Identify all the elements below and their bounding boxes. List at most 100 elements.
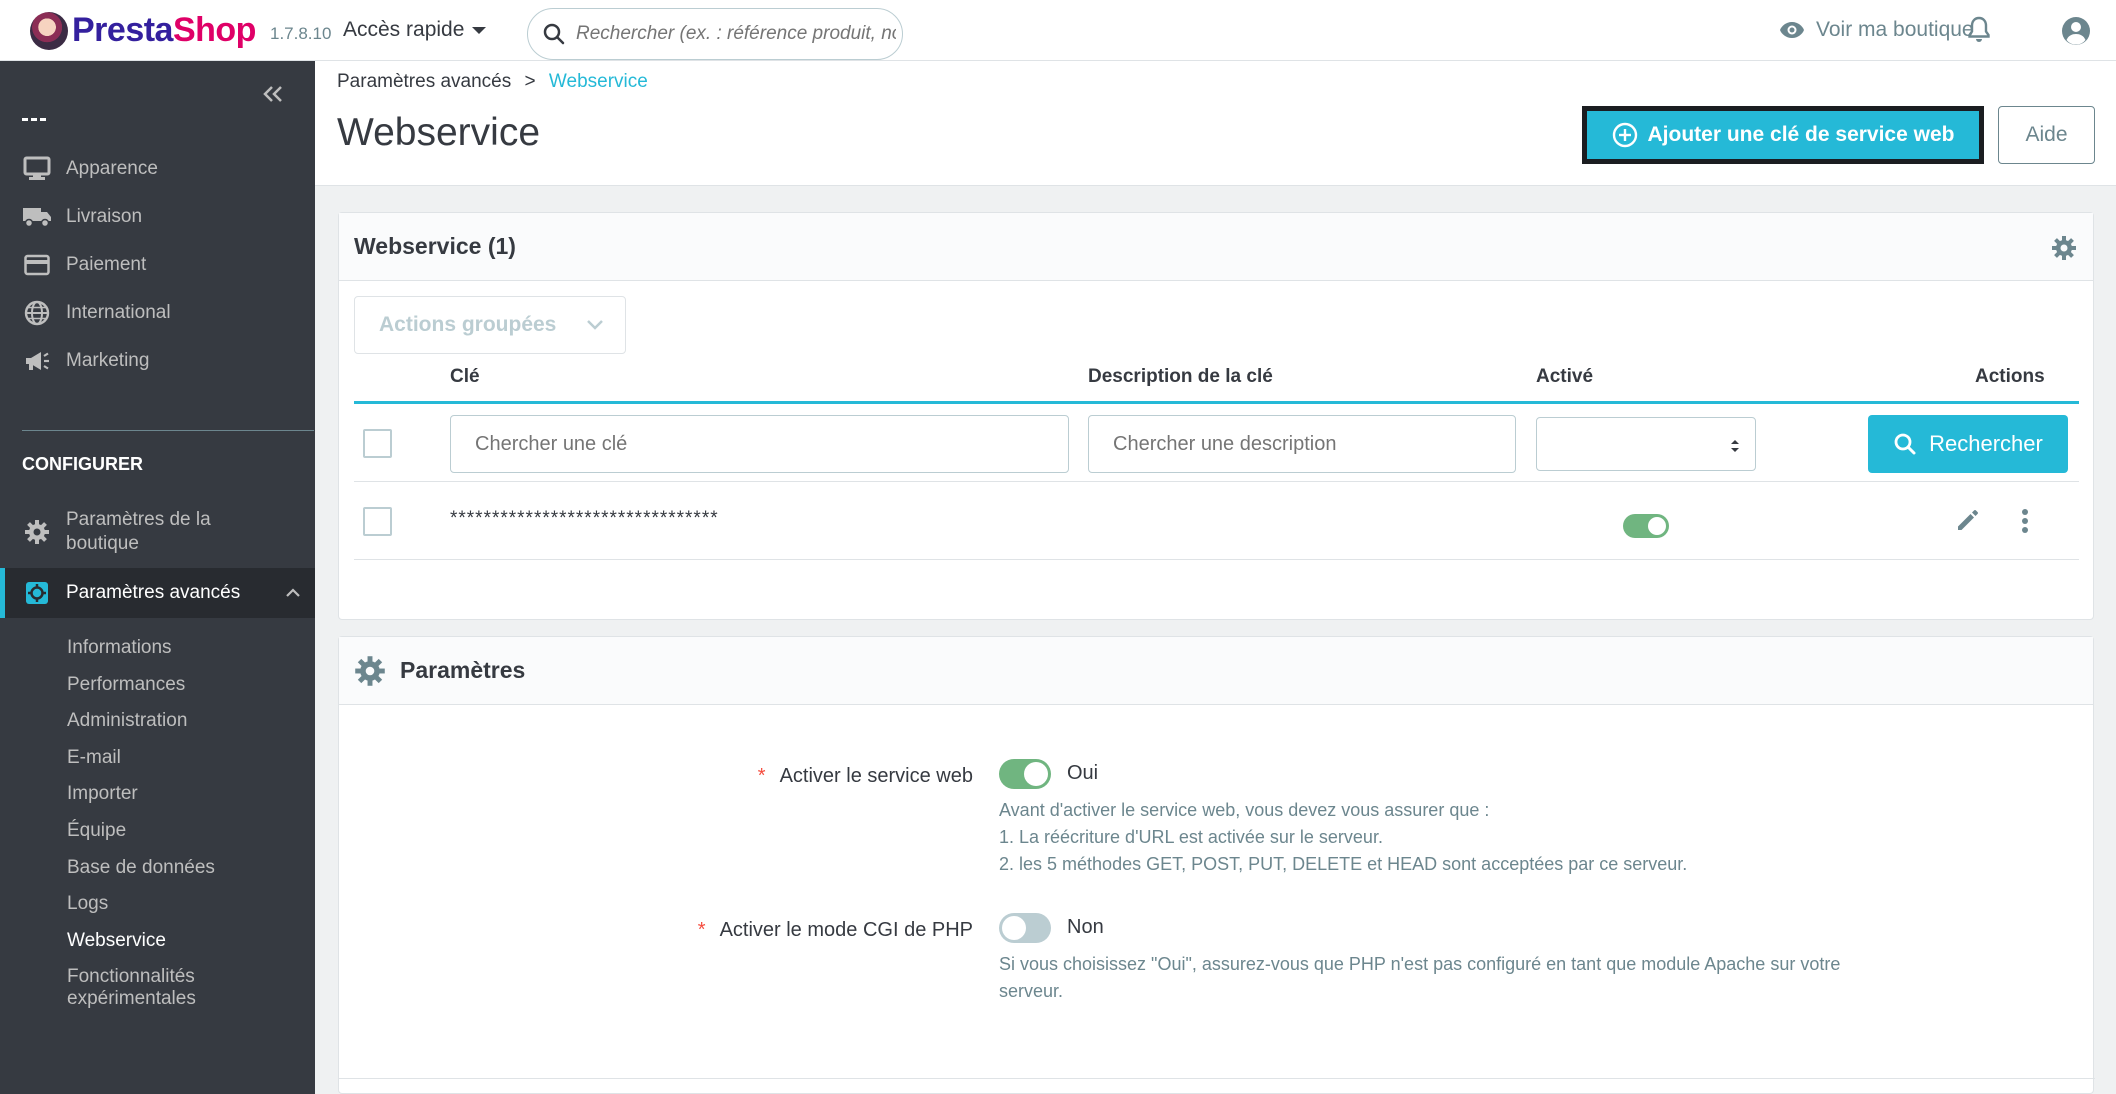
column-header-active[interactable]: Activé [1536, 366, 1593, 388]
more-actions-button[interactable] [2019, 507, 2031, 540]
bell-icon [1968, 16, 1990, 42]
bulk-actions-dropdown[interactable]: Actions groupées [354, 296, 626, 354]
filter-active-select[interactable] [1536, 417, 1756, 471]
double-chevron-left-icon [263, 86, 282, 102]
logo-text-shop: Shop [172, 11, 256, 49]
sidebar-divider [22, 430, 314, 431]
filter-description-input[interactable] [1088, 415, 1516, 473]
webservice-help-text: Avant d'activer le service web, vous dev… [999, 797, 1687, 878]
puffin-logo-icon [30, 11, 68, 50]
cgi-mode-toggle[interactable] [999, 913, 1051, 943]
select-arrows-icon [1731, 440, 1739, 452]
sidebar-sub-email[interactable]: E-mail [67, 747, 121, 769]
plus-circle-icon [1612, 122, 1637, 148]
add-webservice-key-button[interactable]: Ajouter une clé de service web [1582, 106, 1984, 164]
parameters-card: Paramètres * Activer le service web Oui A… [338, 636, 2095, 1094]
webservice-help-line: Avant d'activer le service web, vous dev… [999, 800, 1490, 820]
notifications-button[interactable] [1967, 16, 1991, 49]
column-header-description[interactable]: Description de la clé [1088, 366, 1273, 388]
prestashop-logo[interactable]: PrestaShop [30, 11, 256, 50]
sidebar-sub-importer[interactable]: Importer [67, 783, 138, 805]
select-all-checkbox[interactable] [363, 429, 392, 458]
add-key-label: Ajouter une clé de service web [1647, 123, 1955, 146]
sidebar-sub-performances[interactable]: Performances [67, 674, 185, 696]
filter-key-input[interactable] [450, 415, 1069, 473]
search-button-label: Rechercher [1929, 431, 2043, 456]
required-asterisk: * [697, 919, 706, 941]
dashes-icon [22, 118, 46, 123]
webservice-enable-value: Oui [1067, 762, 1099, 784]
webservice-enable-text: Activer le service web [779, 765, 973, 787]
sidebar: Apparence Livraison Paiement Internation… [0, 61, 315, 1094]
page-header: Paramètres avancés > Webservice Webservi… [315, 61, 2116, 186]
sidebar-item-label: Paramètres avancés [66, 582, 241, 603]
monitor-icon [22, 154, 52, 184]
edit-button[interactable] [1955, 507, 1981, 538]
sidebar-item-advanced-parameters[interactable]: Paramètres avancés [0, 568, 315, 618]
caret-down-icon [472, 26, 487, 34]
search-button[interactable]: Rechercher [1868, 415, 2068, 473]
settings-cog-icon [22, 578, 52, 608]
breadcrumb-separator: > [524, 71, 536, 92]
row-divider [354, 481, 2079, 482]
list-settings-button[interactable] [2051, 235, 2077, 267]
collapse-sidebar-button[interactable] [262, 79, 284, 111]
quick-access-label: Accès rapide [343, 18, 465, 41]
column-header-key[interactable]: Clé [450, 366, 480, 388]
cgi-help-text: Si vous choisissez "Oui", assurez-vous q… [999, 951, 1840, 1005]
sidebar-sub-administration[interactable]: Administration [67, 710, 187, 732]
breadcrumb: Paramètres avancés > Webservice [337, 71, 648, 93]
sidebar-item-label: Marketing [66, 350, 150, 371]
sidebar-item-international[interactable]: International [22, 298, 171, 328]
page-title: Webservice [337, 111, 541, 154]
required-asterisk: * [757, 765, 766, 787]
sidebar-section-configurer: CONFIGURER [22, 454, 143, 474]
breadcrumb-current[interactable]: Webservice [549, 71, 648, 92]
gear-icon [355, 655, 385, 686]
quick-access-dropdown[interactable]: Accès rapide [343, 18, 487, 42]
sidebar-item-livraison[interactable]: Livraison [22, 202, 142, 232]
row-divider [354, 559, 2079, 560]
sidebar-sub-database[interactable]: Base de données [67, 857, 215, 879]
sidebar-sub-logs[interactable]: Logs [67, 893, 108, 915]
top-header: PrestaShop 1.7.8.10 Accès rapide Voir ma… [0, 0, 2116, 61]
truck-icon [22, 202, 52, 232]
pencil-icon [1958, 510, 1978, 530]
key-value: ******************************** [450, 508, 719, 529]
cgi-help-line: serveur. [999, 981, 1064, 1001]
table-header-underline [354, 401, 2079, 404]
header-search-input[interactable] [576, 23, 896, 45]
view-shop-label: Voir ma boutique [1816, 18, 1974, 41]
sidebar-item-apparence[interactable]: Apparence [22, 154, 158, 184]
row-checkbox[interactable] [363, 507, 392, 536]
globe-icon [22, 298, 52, 328]
vertical-dots-icon [2022, 509, 2028, 533]
chevron-up-icon [286, 588, 300, 597]
view-shop-link[interactable]: Voir ma boutique [1778, 18, 1974, 42]
sidebar-sub-equipe[interactable]: Équipe [67, 820, 126, 842]
sidebar-sub-webservice[interactable]: Webservice [67, 930, 166, 952]
sidebar-item-label: Paramètres de la boutique [66, 509, 211, 554]
sidebar-item-marketing[interactable]: Marketing [22, 346, 149, 376]
gear-icon [22, 517, 52, 547]
header-search [527, 8, 903, 60]
breadcrumb-parent[interactable]: Paramètres avancés [337, 71, 511, 92]
cgi-mode-value: Non [1067, 916, 1104, 938]
active-status-toggle[interactable] [1623, 514, 1669, 538]
help-button[interactable]: Aide [1998, 106, 2095, 164]
parameters-title: Paramètres [400, 657, 526, 683]
search-icon [543, 23, 565, 45]
sidebar-item-label: Livraison [66, 206, 143, 227]
cgi-mode-label: * Activer le mode CGI de PHP [698, 919, 973, 942]
webservice-help-line: 1. La réécriture d'URL est activée sur l… [999, 827, 1383, 847]
sidebar-sub-experimental[interactable]: Fonctionnalités expérimentales [67, 966, 257, 1010]
sidebar-item-shop-parameters[interactable]: Paramètres de la boutique [22, 508, 266, 556]
sidebar-sub-informations[interactable]: Informations [67, 637, 172, 659]
column-header-actions: Actions [1975, 366, 2045, 387]
webservice-help-line: 2. les 5 méthodes GET, POST, PUT, DELETE… [999, 854, 1688, 874]
sidebar-item-paiement[interactable]: Paiement [22, 250, 146, 280]
logo-text-presta: Presta [72, 11, 173, 49]
webservice-enable-toggle[interactable] [999, 759, 1051, 789]
parameters-card-header: Paramètres [339, 637, 2093, 705]
profile-button[interactable] [2060, 15, 2092, 52]
